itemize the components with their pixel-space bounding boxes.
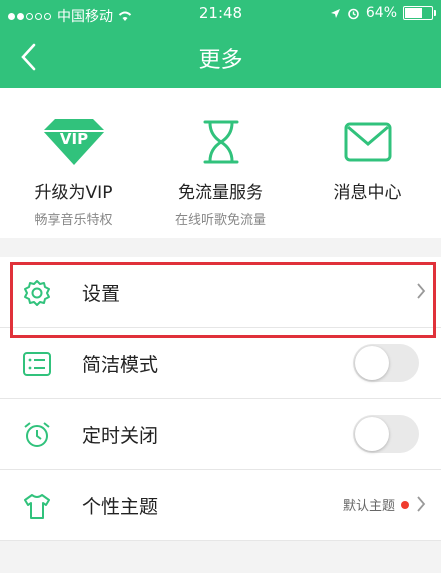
theme-value: 默认主题 [342,499,395,514]
battery-icon [403,6,436,20]
feature-free-data[interactable]: 免流量服务 在线听歌免流量 [147,114,294,228]
toggle-knob [355,417,389,451]
vip-diamond-icon: VIP [42,119,105,165]
row-label: 简洁模式 [82,354,159,376]
feature-sublabel: 在线听歌免流量 [174,213,266,228]
nav-bar: 更多 [0,28,441,88]
location-arrow-icon [330,8,340,18]
hourglass-icon [203,120,238,164]
mail-icon [344,122,391,162]
alarm-clock-icon [24,422,50,447]
row-theme[interactable]: 个性主题 默认主题 [0,470,441,541]
page-title: 更多 [198,48,243,73]
row-label: 定时关闭 [82,425,159,447]
sleep-timer-toggle[interactable] [353,415,419,453]
vip-badge: VIP [59,130,87,148]
feature-label: 消息中心 [333,183,402,203]
toggle-knob [355,346,389,380]
list-icon [23,352,51,376]
settings-highlight-box [10,262,436,338]
tshirt-icon [24,494,50,519]
simple-mode-toggle[interactable] [353,344,419,382]
feature-label: 免流量服务 [178,183,263,203]
feature-grid: VIP 升级为VIP 畅享音乐特权 免流量服务 在线听歌免流量 消息中心 [0,88,441,238]
row-label: 个性主题 [82,496,159,518]
chevron-right-icon [417,496,426,512]
feature-message-center[interactable]: 消息中心 [294,114,441,203]
row-simple-mode[interactable]: 简洁模式 [0,328,441,399]
feature-vip[interactable]: VIP 升级为VIP 畅享音乐特权 [0,114,147,228]
new-dot-badge [401,500,409,509]
row-sleep-timer[interactable]: 定时关闭 [0,399,441,470]
battery-percent: 64% [365,5,397,21]
app-header: 中国移动 21:48 64% 更多 [0,0,441,88]
alarm-icon [348,8,359,19]
feature-label: 升级为VIP [34,183,113,203]
feature-sublabel: 畅享音乐特权 [34,213,113,228]
status-bar: 中国移动 21:48 64% [0,0,441,28]
